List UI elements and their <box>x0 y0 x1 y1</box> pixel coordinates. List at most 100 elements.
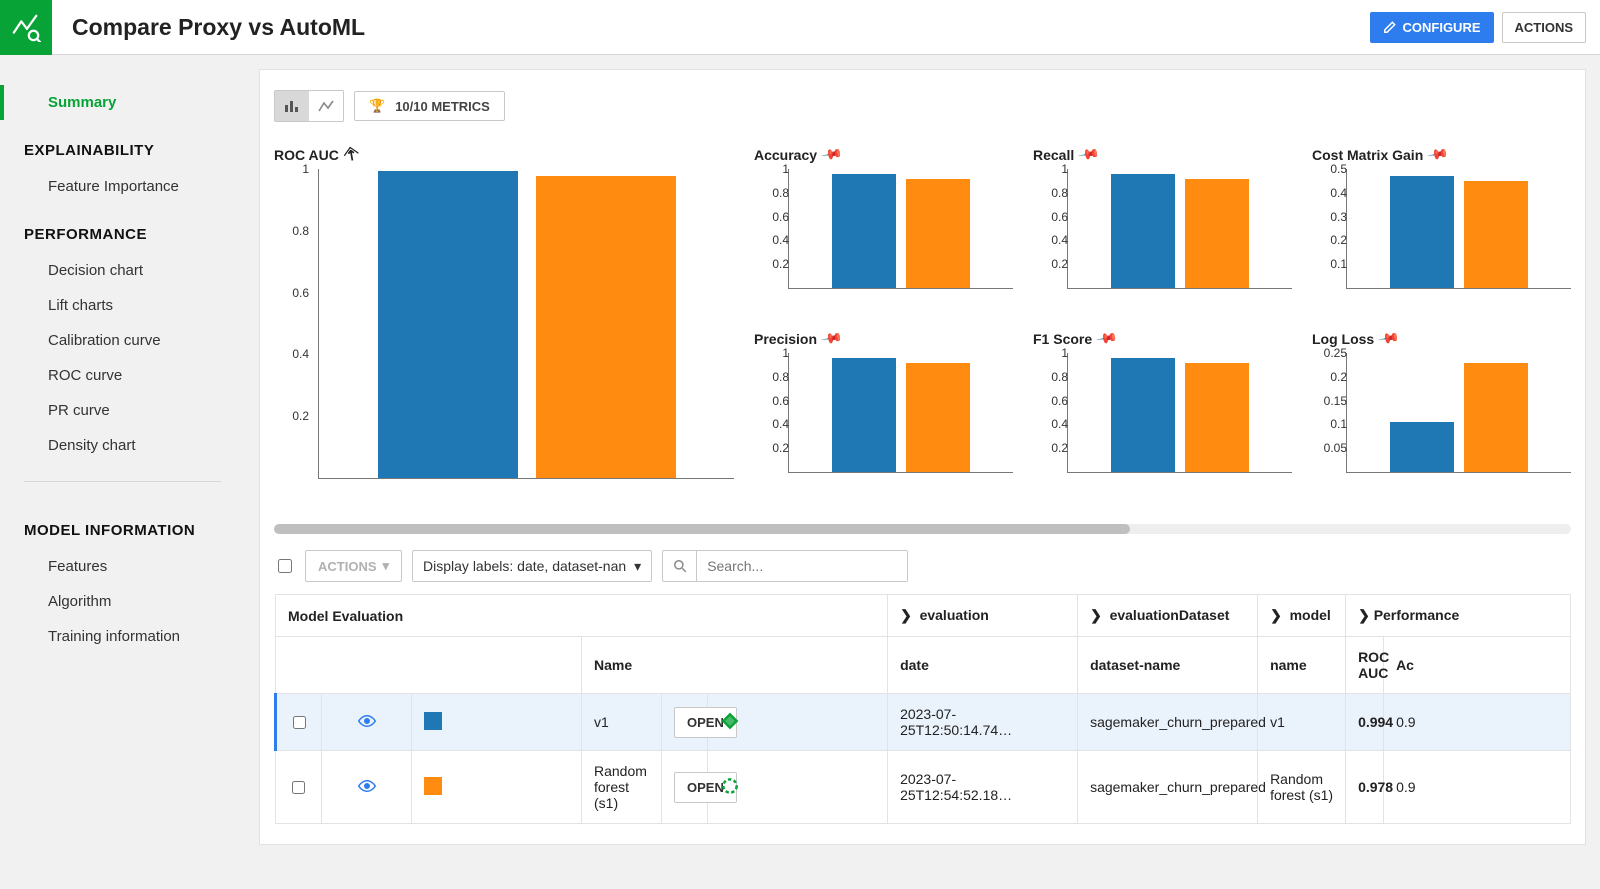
cell-name: v1 <box>582 694 662 751</box>
color-swatch <box>424 712 442 730</box>
chart-plot: 0.10.20.30.40.5 <box>1346 169 1571 289</box>
sidebar-separator <box>24 481 221 482</box>
chart-plot: 0.20.40.60.81 <box>1067 353 1292 473</box>
col-group-model[interactable]: ❯ model <box>1258 595 1346 637</box>
cell-ac: 0.9 <box>1384 751 1571 824</box>
configure-button[interactable]: CONFIGURE <box>1370 12 1494 43</box>
charts-scrollbar[interactable] <box>274 524 1571 534</box>
chart-accuracy[interactable]: Accuracy 📌 0.20.40.60.81 <box>754 146 1013 316</box>
col-roc-auc[interactable]: ROC AUC <box>1346 637 1384 694</box>
col-model-name[interactable]: name <box>1258 637 1346 694</box>
cell-date: 2023-07-25T12:50:14.74… <box>888 694 1078 751</box>
row-checkbox[interactable] <box>293 716 306 729</box>
cell-model: Random forest (s1) <box>1258 751 1346 824</box>
sidebar-item-calibration-curve[interactable]: Calibration curve <box>0 323 245 358</box>
chart-bar <box>1185 363 1249 472</box>
chevron-right-icon: ❯ <box>900 607 912 624</box>
cell-dataset: sagemaker_churn_prepared <box>1078 694 1258 751</box>
pin-icon[interactable]: 📌 <box>820 143 844 167</box>
analytics-icon <box>11 12 41 42</box>
search-input[interactable] <box>697 551 907 581</box>
chart-recall[interactable]: Recall 📌0.20.40.60.81 <box>1033 146 1292 316</box>
cell-roc-auc: 0.978 <box>1346 751 1384 824</box>
chart-roc-auc[interactable]: ROC AUC ⇱0.20.40.60.81 <box>274 146 734 500</box>
view-toggle <box>274 90 344 122</box>
chart-title: Accuracy 📌 <box>754 146 1013 163</box>
row-checkbox[interactable] <box>292 781 305 794</box>
cell-date: 2023-07-25T12:54:52.18… <box>888 751 1078 824</box>
chart-bar <box>1185 179 1249 288</box>
caret-down-icon: ▾ <box>383 558 390 574</box>
color-swatch <box>424 777 442 795</box>
pin-icon[interactable]: ⇱ <box>341 144 360 165</box>
col-group-performance[interactable]: ❯ Performance <box>1346 595 1571 637</box>
pin-icon[interactable]: 📌 <box>820 327 844 351</box>
edit-icon <box>1383 20 1397 34</box>
display-labels-dropdown[interactable]: Display labels: date, dataset-nan ▾ <box>412 550 652 582</box>
col-dataset-name[interactable]: dataset-name <box>1078 637 1258 694</box>
bar-chart-icon <box>284 99 300 113</box>
sidebar-item-feature-importance[interactable]: Feature Importance <box>0 169 245 204</box>
chart-precision[interactable]: Precision 📌0.20.40.60.81 <box>754 330 1013 500</box>
col-ac[interactable]: Ac <box>1384 637 1571 694</box>
pin-icon[interactable]: 📌 <box>1377 327 1401 351</box>
chart-plot: 0.20.40.60.81 <box>788 353 1013 473</box>
sidebar-item-roc-curve[interactable]: ROC curve <box>0 358 245 393</box>
chart-bar <box>1464 181 1528 288</box>
chart-title: Cost Matrix Gain 📌 <box>1312 146 1571 163</box>
cell-roc-auc: 0.994 <box>1346 694 1384 751</box>
sidebar-head-performance: PERFORMANCE <box>0 204 245 253</box>
col-group-evaluation[interactable]: ❯ evaluation <box>888 595 1078 637</box>
col-name[interactable]: Name <box>582 637 888 694</box>
table-row[interactable]: v1 OPEN 2023-07-25T12:50:14.74… sagemake… <box>276 694 1571 751</box>
chart-f1-score[interactable]: F1 Score 📌 0.20.40.60.81 <box>1033 330 1292 500</box>
cell-model: v1 <box>1258 694 1346 751</box>
chart-log-loss[interactable]: Log Loss 📌0.050.10.150.20.25 <box>1312 330 1571 500</box>
chart-cost-matrix-gain[interactable]: Cost Matrix Gain 📌 0.10.20.30.40.5 <box>1312 146 1571 316</box>
pin-icon[interactable]: 📌 <box>1426 143 1450 167</box>
eye-icon[interactable] <box>358 779 376 795</box>
sidebar-item-algorithm[interactable]: Algorithm <box>0 584 245 619</box>
model-icon <box>720 776 740 796</box>
chart-plot: 0.20.40.60.81 <box>788 169 1013 289</box>
select-all-checkbox[interactable] <box>278 559 292 573</box>
sidebar-item-summary[interactable]: Summary <box>0 85 245 120</box>
sidebar-item-density-chart[interactable]: Density chart <box>0 428 245 463</box>
eye-icon[interactable] <box>358 714 376 730</box>
actions-button[interactable]: ACTIONS <box>1502 12 1587 43</box>
models-table: Model Evaluation ❯ evaluation ❯ evaluati… <box>274 594 1571 824</box>
pin-icon[interactable]: 📌 <box>1077 143 1101 167</box>
col-date[interactable]: date <box>888 637 1078 694</box>
sidebar-item-training-info[interactable]: Training information <box>0 619 245 654</box>
sidebar-item-features[interactable]: Features <box>0 549 245 584</box>
chart-bar <box>1111 358 1175 472</box>
configure-label: CONFIGURE <box>1403 20 1481 35</box>
sidebar-item-lift-charts[interactable]: Lift charts <box>0 288 245 323</box>
cell-name: Random forest (s1) <box>582 751 662 824</box>
chart-bar <box>1390 176 1454 288</box>
chart-title: F1 Score 📌 <box>1033 330 1292 347</box>
table-actions-button[interactable]: ACTIONS ▾ <box>305 550 402 582</box>
metrics-selector[interactable]: 🏆 10/10 METRICS <box>354 91 505 121</box>
chart-title: Log Loss 📌 <box>1312 330 1571 347</box>
search-icon <box>663 551 697 581</box>
sidebar-item-pr-curve[interactable]: PR curve <box>0 393 245 428</box>
pin-icon[interactable]: 📌 <box>1095 327 1119 351</box>
caret-down-icon: ▾ <box>634 558 641 575</box>
chart-bar <box>378 171 518 478</box>
chart-bar <box>832 358 896 472</box>
sidebar-item-decision-chart[interactable]: Decision chart <box>0 253 245 288</box>
chart-plot: 0.20.40.60.81 <box>318 169 734 479</box>
charts-area: ROC AUC ⇱0.20.40.60.81 Accuracy 📌0.20.40… <box>274 146 1571 500</box>
main-content: 🏆 10/10 METRICS ROC AUC ⇱ 0.20.40.60.81 A… <box>245 55 1600 889</box>
page-title: Compare Proxy vs AutoML <box>72 14 1362 41</box>
table-actions-label: ACTIONS <box>318 559 377 574</box>
col-group-evaluation-dataset[interactable]: ❯ evaluationDataset <box>1078 595 1258 637</box>
cell-ac: 0.9 <box>1384 694 1571 751</box>
chevron-right-icon: ❯ <box>1358 607 1370 624</box>
line-view-button[interactable] <box>309 91 343 121</box>
bar-view-button[interactable] <box>275 91 309 121</box>
table-row[interactable]: Random forest (s1) OPEN 2023-07-25T12:54… <box>276 751 1571 824</box>
chart-plot: 0.20.40.60.81 <box>1067 169 1292 289</box>
trophy-icon: 🏆 <box>369 98 385 114</box>
